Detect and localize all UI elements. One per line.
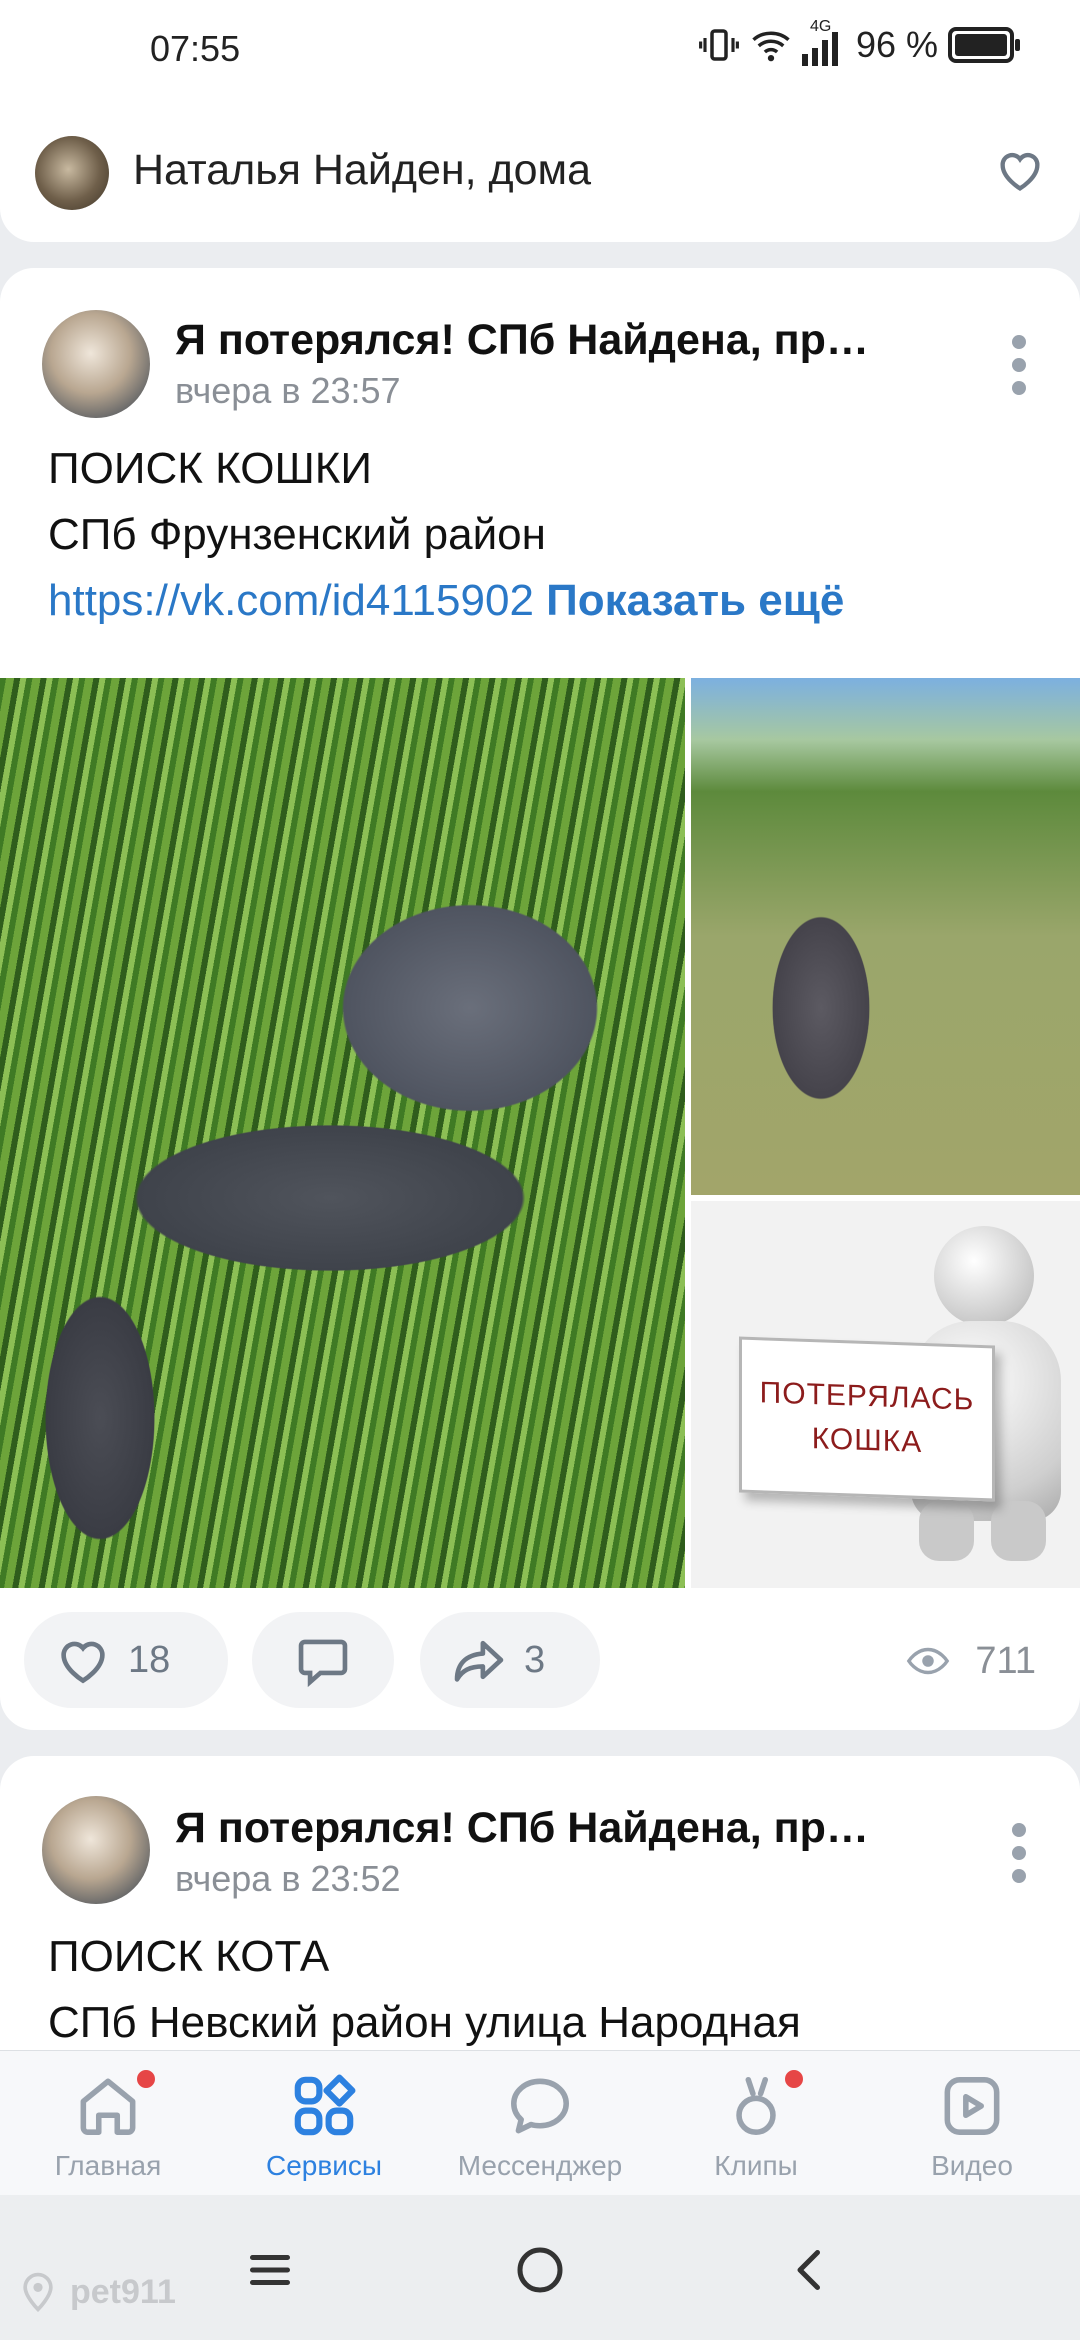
post-time: вчера в 23:52 bbox=[175, 1858, 401, 1899]
figure-leg bbox=[919, 1501, 974, 1561]
post-photo-cat-in-grass[interactable] bbox=[0, 678, 685, 1588]
wifi-icon bbox=[752, 31, 790, 62]
tab-label: Главная bbox=[54, 2150, 162, 2181]
view-count: 711 bbox=[975, 1639, 1036, 1682]
video-icon bbox=[944, 2077, 1000, 2135]
notification-badge bbox=[782, 2067, 806, 2091]
watermark: pet911 bbox=[16, 2270, 176, 2314]
tab-video[interactable]: Видео bbox=[864, 2051, 1080, 2196]
sign-board: ПОТЕРЯЛАСЬ КОШКА bbox=[739, 1336, 995, 1502]
post-author[interactable]: Я потерялся! СПб Найдена, пр… bbox=[175, 316, 955, 365]
pin-icon bbox=[23, 2272, 53, 2313]
avatar bbox=[35, 136, 109, 210]
sign-text: ПОТЕРЯЛАСЬ bbox=[759, 1376, 975, 1417]
tab-messenger[interactable]: Мессенджер bbox=[432, 2051, 648, 2196]
subscription-name: Наталья Найден, дома bbox=[133, 146, 591, 194]
share-icon bbox=[454, 1640, 504, 1682]
more-icon[interactable] bbox=[1010, 335, 1028, 395]
post-photo-lost-cat-sign[interactable]: ПОТЕРЯЛАСЬ КОШКА bbox=[691, 1201, 1080, 1588]
avatar[interactable] bbox=[42, 310, 150, 418]
post-author[interactable]: Я потерялся! СПб Найдена, пр… bbox=[175, 1804, 955, 1853]
sign-text: КОШКА bbox=[811, 1422, 923, 1459]
status-indicators: 4G 96 % bbox=[698, 18, 1022, 66]
comment-icon bbox=[298, 1639, 348, 1688]
system-nav-bar bbox=[0, 2195, 1080, 2340]
post-actions: 18 3 711 bbox=[24, 1612, 1064, 1708]
post-text-line: СПб Невский район улица Народная bbox=[48, 1998, 801, 2047]
services-icon bbox=[294, 2074, 356, 2136]
post-text: ПОИСК КОШКИ СПб Фрунзенский район https:… bbox=[48, 436, 844, 634]
eye-icon bbox=[907, 1647, 950, 1675]
subscription-card[interactable]: Наталья Найден, дома bbox=[0, 100, 1080, 242]
like-count: 18 bbox=[128, 1638, 171, 1681]
bottom-tab-bar: Главная Сервисы Мессенджер Клипы Видео bbox=[0, 2050, 1080, 2196]
post-card: Я потерялся! СПб Найдена, пр… вчера в 23… bbox=[0, 1756, 1080, 2086]
home-circle-icon[interactable] bbox=[510, 2240, 570, 2300]
figure-leg bbox=[991, 1501, 1046, 1561]
post-text-line: ПОИСК КОТА bbox=[48, 1932, 330, 1981]
post-text-line: СПб Фрунзенский район bbox=[48, 510, 546, 559]
tab-label: Клипы bbox=[714, 2150, 798, 2181]
back-icon[interactable] bbox=[780, 2240, 840, 2300]
comment-button[interactable] bbox=[252, 1612, 394, 1708]
battery-percent: 96 % bbox=[855, 24, 938, 65]
post-time: вчера в 23:57 bbox=[175, 370, 401, 411]
watermark-text: pet911 bbox=[70, 2272, 176, 2311]
status-time: 07:55 bbox=[150, 28, 241, 69]
chat-icon bbox=[511, 2078, 569, 2134]
like-button[interactable]: 18 bbox=[24, 1612, 228, 1708]
post-text-line: ПОИСК КОШКИ bbox=[48, 444, 373, 493]
tab-clips[interactable]: Клипы bbox=[648, 2051, 864, 2196]
signal-icon: 4G bbox=[801, 18, 846, 66]
views: 711 bbox=[905, 1638, 1036, 1684]
heart-outline-icon bbox=[61, 1641, 105, 1684]
tab-label: Сервисы bbox=[265, 2150, 382, 2181]
post-text: ПОИСК КОТА СПб Невский район улица Народ… bbox=[48, 1924, 801, 2056]
tab-home[interactable]: Главная bbox=[0, 2051, 216, 2196]
vibrate-icon bbox=[698, 29, 739, 61]
menu-icon[interactable] bbox=[240, 2240, 300, 2300]
share-button[interactable]: 3 bbox=[420, 1612, 600, 1708]
post-photo-cat-walking[interactable] bbox=[691, 678, 1080, 1195]
share-count: 3 bbox=[524, 1638, 546, 1681]
notification-badge bbox=[134, 2067, 158, 2091]
avatar[interactable] bbox=[42, 1796, 150, 1904]
figure-head bbox=[934, 1226, 1034, 1326]
battery-icon bbox=[948, 27, 1020, 63]
tab-label: Видео bbox=[931, 2150, 1013, 2181]
tab-label: Мессенджер bbox=[457, 2150, 623, 2181]
tab-services[interactable]: Сервисы bbox=[216, 2051, 432, 2196]
more-icon[interactable] bbox=[1010, 1823, 1028, 1883]
post-link[interactable]: https://vk.com/id4115902 bbox=[48, 576, 534, 625]
show-more-link[interactable]: Показать ещё bbox=[546, 576, 844, 625]
status-bar: 07:55 4G 96 % bbox=[0, 0, 1080, 100]
heart-outline-icon[interactable] bbox=[994, 144, 1046, 196]
